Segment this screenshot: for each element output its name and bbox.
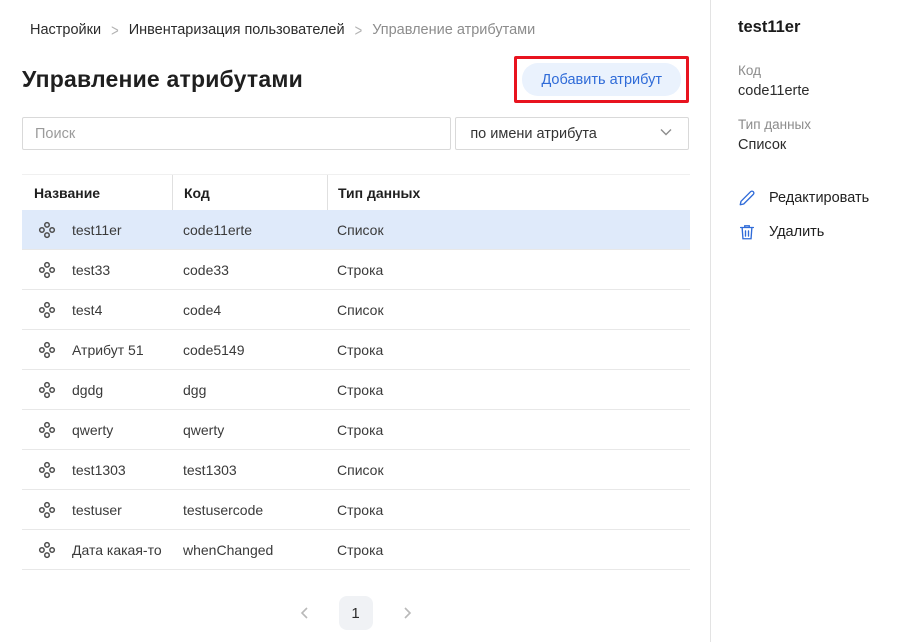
attribute-type: Список (327, 450, 690, 489)
breadcrumb-separator-icon: > (355, 21, 363, 40)
filter-bar: по имени атрибута (22, 117, 689, 150)
attribute-type: Список (327, 290, 690, 329)
delete-attribute-label: Удалить (769, 224, 824, 240)
attribute-code: dgg (172, 370, 327, 409)
attribute-icon (38, 541, 56, 559)
main-content: Настройки > Инвентаризация пользователей… (0, 0, 711, 642)
attribute-code: qwerty (172, 410, 327, 449)
cell-name: Дата какая-то (22, 530, 172, 569)
attribute-icon (38, 461, 56, 479)
details-field-datatype: Тип данных Список (738, 117, 900, 153)
cell-name: dgdg (22, 370, 172, 409)
attribute-code: code5149 (172, 330, 327, 369)
details-panel: test11er Код code11erte Тип данных Списо… (711, 0, 912, 642)
cell-name: test11er (22, 210, 172, 249)
edit-attribute-action[interactable]: Редактировать (738, 189, 900, 207)
cell-name: qwerty (22, 410, 172, 449)
breadcrumb-separator-icon: > (111, 21, 119, 40)
search-box (22, 117, 451, 150)
attribute-name: dgdg (72, 382, 103, 398)
edit-attribute-label: Редактировать (769, 190, 869, 206)
attribute-name: testuser (72, 502, 122, 518)
attribute-icon (38, 301, 56, 319)
attribute-type: Строка (327, 530, 690, 569)
attribute-icon (38, 501, 56, 519)
search-field-dropdown-value: по имени атрибута (470, 126, 597, 142)
attribute-icon (38, 261, 56, 279)
table-body: test11er code11erte Список test33 code33… (22, 210, 690, 570)
column-header-name: Название (22, 175, 172, 210)
table-row[interactable]: Дата какая-то whenChanged Строка (22, 530, 690, 570)
attribute-icon (38, 221, 56, 239)
table-row[interactable]: dgdg dgg Строка (22, 370, 690, 410)
attribute-type: Строка (327, 410, 690, 449)
search-input[interactable] (35, 126, 438, 142)
chevron-down-icon (658, 124, 674, 144)
field-label: Код (738, 63, 900, 78)
table-row[interactable]: test33 code33 Строка (22, 250, 690, 290)
attribute-code: testusercode (172, 490, 327, 529)
table-row[interactable]: test4 code4 Список (22, 290, 690, 330)
table-row[interactable]: testuser testusercode Строка (22, 490, 690, 530)
add-attribute-button[interactable]: Добавить атрибут (522, 63, 681, 96)
trash-icon (738, 223, 756, 241)
field-label: Тип данных (738, 117, 900, 132)
annotation-highlight-box: Добавить атрибут (514, 56, 689, 103)
attribute-name: test11er (72, 222, 122, 238)
table-row[interactable]: qwerty qwerty Строка (22, 410, 690, 450)
attribute-type: Строка (327, 490, 690, 529)
attribute-code: code33 (172, 250, 327, 289)
page-title: Управление атрибутами (22, 66, 303, 93)
attribute-code: whenChanged (172, 530, 327, 569)
attribute-name: qwerty (72, 422, 113, 438)
attribute-icon (38, 381, 56, 399)
breadcrumb-item-attribute-management: Управление атрибутами (372, 22, 535, 38)
details-actions: Редактировать Удалить (738, 189, 900, 241)
title-row: Управление атрибутами Добавить атрибут (22, 56, 689, 103)
field-value: Список (738, 137, 900, 153)
attribute-name: Атрибут 51 (72, 342, 144, 358)
app-window: Настройки > Инвентаризация пользователей… (0, 0, 912, 642)
attribute-icon (38, 341, 56, 359)
edit-pencil-icon (738, 189, 756, 207)
table-row[interactable]: Атрибут 51 code5149 Строка (22, 330, 690, 370)
breadcrumb-item-settings[interactable]: Настройки (30, 22, 101, 38)
attribute-code: test1303 (172, 450, 327, 489)
column-header-code: Код (172, 175, 327, 210)
attribute-code: code11erte (172, 210, 327, 249)
cell-name: test33 (22, 250, 172, 289)
attribute-name: test4 (72, 302, 102, 318)
attribute-icon (38, 421, 56, 439)
breadcrumb: Настройки > Инвентаризация пользователей… (30, 22, 689, 38)
table-row[interactable]: test11er code11erte Список (22, 210, 690, 250)
details-field-code: Код code11erte (738, 63, 900, 99)
attribute-name: Дата какая-то (72, 542, 162, 558)
attribute-code: code4 (172, 290, 327, 329)
search-field-dropdown[interactable]: по имени атрибута (455, 117, 689, 150)
delete-attribute-action[interactable]: Удалить (738, 223, 900, 241)
details-title: test11er (738, 18, 900, 37)
pagination-page-1[interactable]: 1 (339, 596, 373, 630)
attribute-name: test33 (72, 262, 110, 278)
attribute-type: Строка (327, 330, 690, 369)
attribute-type: Строка (327, 250, 690, 289)
table-header: Название Код Тип данных (22, 174, 690, 210)
breadcrumb-item-user-inventory[interactable]: Инвентаризация пользователей (129, 22, 345, 38)
field-value: code11erte (738, 83, 900, 99)
column-header-type: Тип данных (327, 175, 690, 210)
cell-name: testuser (22, 490, 172, 529)
cell-name: test1303 (22, 450, 172, 489)
attribute-name: test1303 (72, 462, 126, 478)
pagination-next-icon[interactable] (393, 599, 421, 627)
table-row[interactable]: test1303 test1303 Список (22, 450, 690, 490)
cell-name: test4 (22, 290, 172, 329)
pagination: 1 (22, 596, 689, 630)
attribute-type: Список (327, 210, 690, 249)
attributes-table: Название Код Тип данных test11er code11e… (22, 174, 690, 570)
attribute-type: Строка (327, 370, 690, 409)
cell-name: Атрибут 51 (22, 330, 172, 369)
pagination-prev-icon[interactable] (291, 599, 319, 627)
